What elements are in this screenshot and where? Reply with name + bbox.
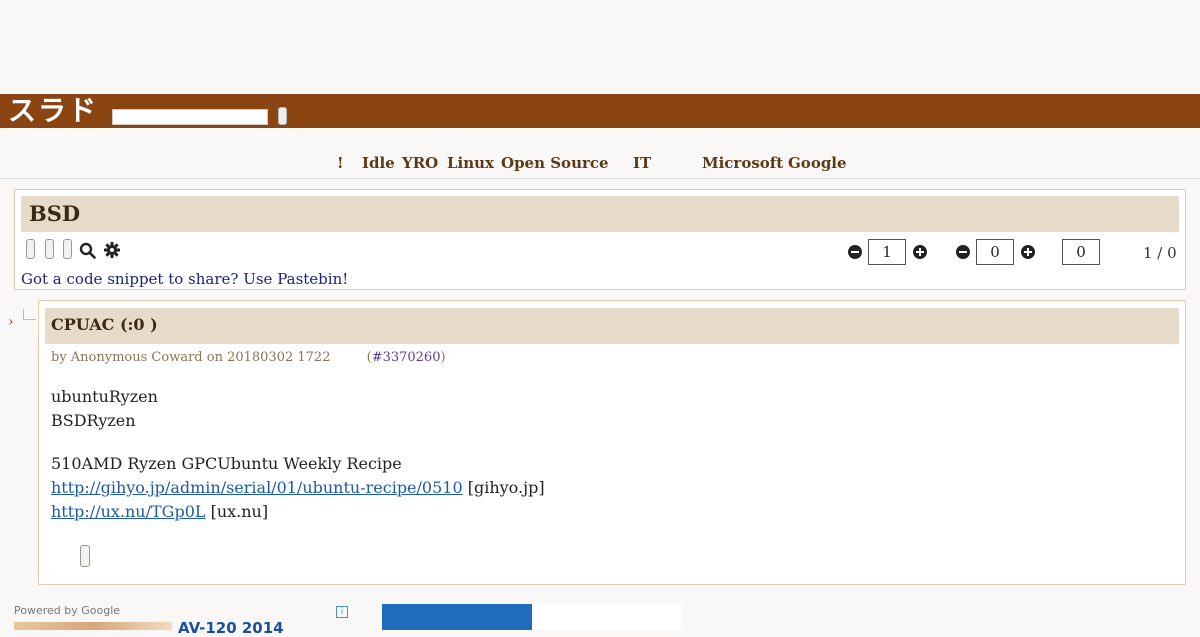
comment-title-bar: CPUAC (:0 ) — [45, 308, 1179, 344]
reply-button[interactable] — [80, 545, 90, 567]
minus-circle-icon[interactable] — [848, 245, 862, 259]
comment-id-link[interactable]: #3370260 — [372, 350, 441, 365]
gihyo-link[interactable]: http://gihyo.jp/admin/serial/01/ubuntu-r… — [51, 478, 463, 497]
comment-link-row-1: http://gihyo.jp/admin/serial/01/ubuntu-r… — [51, 478, 545, 497]
comment-id-wrapper: (#3370260) — [366, 350, 446, 365]
nav-item-microsoft[interactable]: Microsoft — [702, 154, 783, 172]
thread-connector — [23, 309, 36, 320]
comment-box: CPUAC (:0 ) by Anonymous Coward on 20180… — [38, 300, 1186, 585]
search-button[interactable] — [278, 107, 287, 125]
comment-line-3: 510AMD Ryzen GPCUbuntu Weekly Recipe — [51, 454, 402, 473]
top-spacer — [0, 0, 1200, 94]
comment-byline: by Anonymous Coward on 20180302 1722 (#3… — [51, 350, 446, 365]
ad-banner-blue[interactable] — [382, 604, 532, 630]
pastebin-link[interactable]: Got a code snippet to share? Use Pastebi… — [21, 270, 348, 288]
story-header-box: BSD 1 0 0 1 / 0 Got a code snippet to sh… — [14, 189, 1186, 290]
comment-line-2: BSDRyzen — [51, 411, 136, 430]
gihyo-domain: [gihyo.jp] — [467, 478, 545, 497]
uxnu-domain: [ux.nu] — [210, 502, 269, 521]
site-logo[interactable]: スラド — [8, 96, 98, 126]
nav-item-google[interactable]: Google — [788, 154, 847, 172]
search-icon[interactable] — [79, 242, 96, 259]
ad-text[interactable]: AV-120 2014 — [178, 619, 284, 637]
comment-title[interactable]: CPUAC (:0 ) — [51, 315, 158, 334]
nav-item-yro[interactable]: YRO — [402, 154, 438, 172]
toolbar-button-3[interactable] — [63, 239, 72, 259]
toolbar-button-1[interactable] — [26, 239, 35, 259]
comment-line-1: ubuntuRyzen — [51, 387, 158, 406]
site-header: スラド — [0, 94, 1200, 128]
uxnu-link[interactable]: http://ux.nu/TGp0L — [51, 502, 206, 521]
comment-count-field[interactable]: 0 — [1062, 239, 1100, 265]
story-title: BSD — [29, 201, 81, 226]
search-input[interactable] — [112, 109, 268, 125]
ad-strip: Powered by Google i AV-120 2014 — [0, 604, 1200, 637]
gear-icon[interactable] — [104, 242, 120, 258]
story-title-bar: BSD — [21, 196, 1179, 232]
pager-text: 1 / 0 — [1143, 244, 1177, 262]
nav-item-linux[interactable]: Linux — [447, 154, 494, 172]
nav-item-open-source[interactable]: Open Source — [501, 154, 609, 172]
ad-banner-white[interactable] — [532, 604, 682, 630]
topic-nav: ! Idle YRO Linux Open Source IT Microsof… — [0, 152, 1200, 179]
toolbar-button-2[interactable] — [45, 239, 54, 259]
nav-item-top[interactable]: ! — [337, 154, 344, 172]
minus-circle-icon[interactable] — [956, 245, 970, 259]
display-threshold-field[interactable]: 0 — [976, 239, 1014, 265]
powered-by-google: Powered by Google — [14, 604, 121, 617]
score-threshold-field[interactable]: 1 — [868, 239, 906, 265]
comment-author-date: by Anonymous Coward on 20180302 1722 — [51, 350, 331, 365]
nav-item-idle[interactable]: Idle — [362, 154, 395, 172]
ad-image[interactable] — [14, 622, 172, 630]
plus-circle-icon[interactable] — [1021, 245, 1035, 259]
nav-item-it[interactable]: IT — [633, 154, 651, 172]
chevron-right-icon[interactable]: › — [8, 314, 14, 330]
ad-info-icon[interactable]: i — [336, 606, 348, 618]
plus-circle-icon[interactable] — [913, 245, 927, 259]
comment-link-row-2: http://ux.nu/TGp0L [ux.nu] — [51, 502, 268, 521]
